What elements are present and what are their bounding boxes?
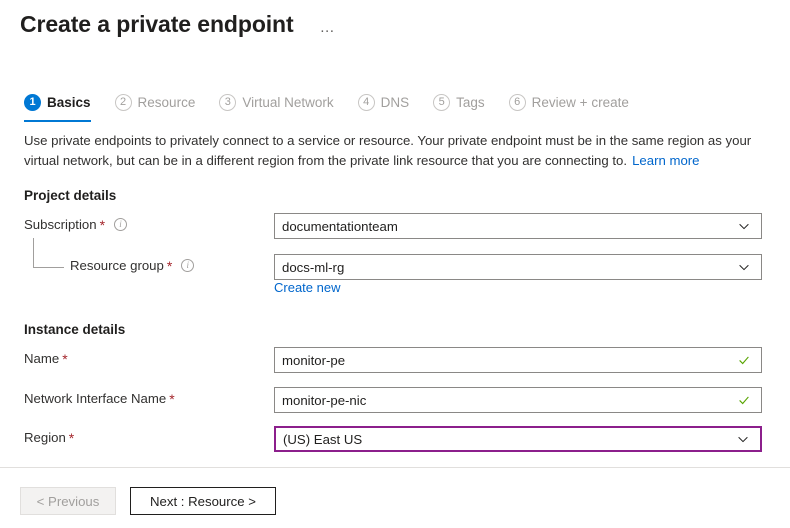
region-row: Region * (US) East US <box>24 426 766 452</box>
subscription-label-text: Subscription <box>24 217 97 232</box>
create-new-resource-group-link[interactable]: Create new <box>274 280 340 295</box>
network-interface-name-value: monitor-pe-nic <box>282 393 737 408</box>
subscription-label: Subscription * i <box>24 217 127 232</box>
next-resource-button[interactable]: Next : Resource > <box>130 487 276 515</box>
network-interface-name-required-marker: * <box>169 393 174 405</box>
chevron-down-icon <box>736 432 750 446</box>
resource-group-value: docs-ml-rg <box>282 260 737 275</box>
intro-description: Use private endpoints to privately conne… <box>24 131 766 171</box>
network-interface-name-label: Network Interface Name * <box>24 391 175 406</box>
subscription-value: documentationteam <box>282 219 737 234</box>
resource-group-row: Resource group * i docs-ml-rg <box>24 254 766 280</box>
tab-resource[interactable]: 2 Resource <box>115 88 196 116</box>
learn-more-link[interactable]: Learn more <box>632 153 699 168</box>
name-label-text: Name <box>24 351 59 366</box>
tab-resource-number: 2 <box>115 94 132 111</box>
tab-dns-number: 4 <box>358 94 375 111</box>
name-row: Name * monitor-pe <box>24 347 766 373</box>
wizard-tabs: 1 Basics 2 Resource 3 Virtual Network 4 … <box>24 88 653 120</box>
name-required-marker: * <box>62 353 67 365</box>
tab-virtual-network-number: 3 <box>219 94 236 111</box>
footer-divider <box>0 467 790 468</box>
valid-check-icon <box>737 393 751 407</box>
overflow-menu-icon[interactable]: … <box>320 13 337 35</box>
page-header: Create a private endpoint … <box>20 8 336 40</box>
chevron-down-icon <box>737 260 751 274</box>
valid-check-icon <box>737 353 751 367</box>
region-required-marker: * <box>69 432 74 444</box>
subscription-required-marker: * <box>100 219 105 231</box>
region-select[interactable]: (US) East US <box>274 426 762 452</box>
subscription-row: Subscription * i documentationteam <box>24 213 766 239</box>
tab-dns-label: DNS <box>381 95 410 110</box>
tab-virtual-network[interactable]: 3 Virtual Network <box>219 88 333 116</box>
project-details-heading: Project details <box>24 188 116 203</box>
name-input[interactable]: monitor-pe <box>274 347 762 373</box>
network-interface-name-row: Network Interface Name * monitor-pe-nic <box>24 387 766 413</box>
resource-group-label: Resource group * i <box>70 258 194 273</box>
resource-group-label-text: Resource group <box>70 258 164 273</box>
tab-review-create-label: Review + create <box>532 95 629 110</box>
instance-details-heading: Instance details <box>24 322 125 337</box>
name-label: Name * <box>24 351 68 366</box>
network-interface-name-input[interactable]: monitor-pe-nic <box>274 387 762 413</box>
info-icon[interactable]: i <box>114 218 127 231</box>
tab-review-create-number: 6 <box>509 94 526 111</box>
resource-group-required-marker: * <box>167 260 172 272</box>
tab-tags[interactable]: 5 Tags <box>433 88 485 116</box>
tab-basics-label: Basics <box>47 95 91 110</box>
region-label-text: Region <box>24 430 66 445</box>
previous-button[interactable]: < Previous <box>20 487 116 515</box>
name-value: monitor-pe <box>282 353 737 368</box>
subscription-select[interactable]: documentationteam <box>274 213 762 239</box>
region-value: (US) East US <box>283 432 736 447</box>
chevron-down-icon <box>737 219 751 233</box>
tab-dns[interactable]: 4 DNS <box>358 88 410 116</box>
info-icon[interactable]: i <box>181 259 194 272</box>
tab-basics-number: 1 <box>24 94 41 111</box>
tab-resource-label: Resource <box>138 95 196 110</box>
network-interface-name-label-text: Network Interface Name <box>24 391 166 406</box>
tab-basics[interactable]: 1 Basics <box>24 88 91 116</box>
footer-actions: < Previous Next : Resource > <box>20 487 276 515</box>
tab-virtual-network-label: Virtual Network <box>242 95 333 110</box>
tab-review-create[interactable]: 6 Review + create <box>509 88 629 116</box>
resource-group-select[interactable]: docs-ml-rg <box>274 254 762 280</box>
tab-tags-label: Tags <box>456 95 485 110</box>
page-title: Create a private endpoint <box>20 8 294 40</box>
region-label: Region * <box>24 430 74 445</box>
tab-tags-number: 5 <box>433 94 450 111</box>
